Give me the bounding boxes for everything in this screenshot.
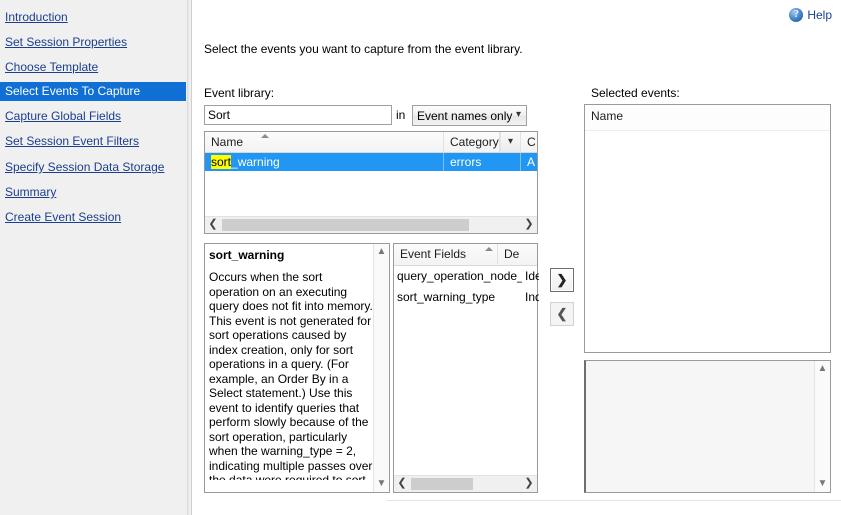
column-header-name[interactable]: Name (591, 109, 623, 123)
cell-field-description: Ide (525, 269, 539, 283)
chevron-up-icon[interactable]: ▲ (815, 361, 830, 377)
sort-ascending-icon (485, 247, 493, 251)
chevron-down-icon[interactable]: ▼ (815, 476, 830, 492)
help-circle-icon: ? (789, 8, 804, 22)
sidebar-item-set-session-properties[interactable]: Set Session Properties (0, 33, 188, 52)
list-item[interactable]: sort_warning_type Ind (394, 287, 539, 308)
cell-field-name: sort_warning_type (397, 290, 496, 304)
sidebar-splitter[interactable] (188, 0, 192, 515)
description-vscrollbar[interactable]: ▲ ▼ (373, 244, 389, 492)
list-item[interactable]: query_operation_node_id Ide (394, 266, 539, 287)
hscroll-thumb[interactable] (411, 478, 473, 490)
event-description-body: Occurs when the sort operation on an exe… (209, 270, 373, 480)
help-label: Help (807, 8, 832, 22)
column-filter-chevron-down-icon[interactable]: ▾ (500, 132, 521, 152)
search-match-highlight: sort (211, 155, 232, 169)
event-library-label: Event library: (204, 86, 275, 100)
column-header-description[interactable]: De (498, 244, 539, 264)
chevron-down-icon[interactable]: ▼ (374, 476, 389, 492)
selected-event-detail-panel: ▲ ▼ (584, 360, 831, 493)
event-fields-body: query_operation_node_id Ide sort_warning… (394, 266, 539, 308)
sidebar-item-set-session-event-filters[interactable]: Set Session Event Filters (0, 132, 188, 151)
cell-event-name-rest: _warning (231, 155, 280, 169)
chevron-right-icon[interactable]: ❯ (521, 217, 537, 233)
chevron-left-icon[interactable]: ❮ (205, 217, 221, 233)
event-description-panel: sort_warning Occurs when the sort operat… (204, 243, 390, 493)
event-grid-body: sort_warning errors A (205, 153, 537, 216)
chevron-down-icon: ▾ (515, 109, 521, 120)
selected-events-list[interactable]: Name (584, 104, 831, 353)
event-description-title: sort_warning (209, 248, 285, 262)
event-fields-panel[interactable]: Event Fields De query_operation_node_id … (393, 243, 539, 493)
help-link[interactable]: ? Help (789, 7, 832, 23)
remove-event-button[interactable]: ❮ (550, 302, 574, 326)
cell-field-description: Ind (525, 290, 539, 304)
sidebar-item-summary[interactable]: Summary (0, 183, 188, 202)
event-grid-hscrollbar[interactable]: ❮ ❯ (205, 216, 537, 233)
bottom-divider (386, 500, 841, 501)
sidebar-item-create-event-session[interactable]: Create Event Session (0, 208, 188, 227)
sidebar-item-select-events-to-capture[interactable]: Select Events To Capture (0, 82, 186, 101)
add-event-button[interactable]: ❯ (550, 268, 574, 292)
column-header-name[interactable]: Name (205, 132, 444, 152)
selected-events-label: Selected events: (591, 86, 680, 100)
sidebar-item-choose-template[interactable]: Choose Template (0, 58, 188, 77)
sidebar-item-introduction[interactable]: Introduction (0, 8, 188, 27)
event-fields-hscrollbar[interactable]: ❮ ❯ (394, 475, 537, 492)
column-header-c[interactable]: C (521, 132, 539, 152)
main-content: ? Help Select the events you want to cap… (193, 0, 841, 515)
search-scope-select[interactable]: Event names only ▾ (412, 105, 527, 126)
chevron-right-icon[interactable]: ❯ (521, 476, 537, 492)
sidebar-item-specify-session-data-storage[interactable]: Specify Session Data Storage (0, 158, 188, 177)
detail-vscrollbar[interactable]: ▲ ▼ (814, 361, 830, 492)
table-row[interactable]: sort_warning errors A (205, 153, 537, 171)
wizard-window: Introduction Set Session Properties Choo… (0, 0, 841, 515)
hscroll-thumb[interactable] (222, 219, 469, 231)
wizard-step-sidebar: Introduction Set Session Properties Choo… (0, 0, 188, 515)
page-instruction: Select the events you want to capture fr… (204, 42, 523, 56)
column-header-category[interactable]: Category (444, 132, 500, 152)
search-in-label: in (396, 108, 406, 122)
column-header-event-fields[interactable]: Event Fields (394, 244, 498, 264)
event-search-input[interactable] (204, 105, 392, 125)
event-fields-header: Event Fields De (394, 244, 537, 266)
search-scope-value: Event names only (417, 108, 513, 123)
chevron-left-icon[interactable]: ❮ (394, 476, 410, 492)
event-library-grid[interactable]: Name Category ▾ C sort_warning errors A … (204, 131, 538, 234)
cell-field-name: query_operation_node_id (397, 269, 522, 283)
selected-events-header: Name (585, 105, 830, 131)
sidebar-item-capture-global-fields[interactable]: Capture Global Fields (0, 107, 188, 126)
chevron-up-icon[interactable]: ▲ (374, 244, 389, 260)
cell-event-name: sort_warning (205, 153, 444, 171)
sort-ascending-icon (261, 134, 269, 138)
cell-event-channel: A (527, 155, 536, 169)
event-grid-header: Name Category ▾ C (205, 132, 537, 153)
cell-event-category: errors (444, 153, 521, 171)
